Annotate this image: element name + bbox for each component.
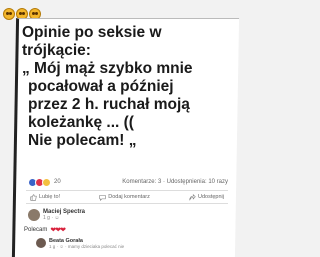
comment-icon bbox=[99, 194, 106, 201]
post-line: Opinie po seksie w bbox=[22, 24, 162, 41]
avatar[interactable] bbox=[28, 209, 40, 221]
post-line: koleżankę ... (( bbox=[28, 114, 134, 131]
comment-item: Maciej Spectra 1 g · ☺ Polecam ❤❤❤ bbox=[24, 209, 218, 241]
reaction-icons[interactable] bbox=[28, 177, 51, 187]
hearts-icon: ❤❤❤ bbox=[50, 227, 66, 234]
post-line: „ Mój mąż szybko mnie bbox=[22, 60, 193, 77]
comment-label: Dodaj komentarz bbox=[108, 194, 150, 200]
post-actions: Lubię to! Dodaj komentarz Udostępnij bbox=[26, 190, 228, 204]
comment-meta: 1 g · ☺ bbox=[43, 215, 60, 221]
haha-reaction-icon bbox=[42, 177, 51, 187]
share-button[interactable]: Udostępnij bbox=[189, 193, 224, 201]
comment-item: Beata Gorała 1 g · ☺ · mamy dzieciaka po… bbox=[36, 238, 216, 254]
like-button[interactable]: Lubię to! bbox=[30, 193, 61, 201]
comment-header: Beata Gorała 1 g · ☺ · mamy dzieciaka po… bbox=[49, 238, 124, 249]
reaction-count[interactable]: 20 bbox=[54, 179, 61, 185]
thumbs-up-icon bbox=[30, 193, 37, 201]
comment-header: Maciej Spectra 1 g · ☺ bbox=[43, 209, 85, 221]
post-text: Opinie po seksie w trójkącie: „ Mój mąż … bbox=[22, 24, 227, 150]
like-label: Lubię to! bbox=[39, 194, 61, 200]
comment-meta: 1 g · ☺ · mamy dzieciaka polecać nie bbox=[49, 244, 125, 249]
post-line: Nie polecam! „ bbox=[28, 132, 137, 149]
comment-body: Polecam ❤❤❤ bbox=[24, 226, 66, 234]
post-line: trójkącie: bbox=[22, 42, 91, 59]
share-label: Udostępnij bbox=[198, 194, 224, 200]
post-line: pocałował a później bbox=[28, 78, 174, 95]
comment-button[interactable]: Dodaj komentarz bbox=[99, 194, 150, 201]
post-line: przez 2 h. ruchał moją bbox=[28, 96, 190, 113]
reactions-bar: 20 Komentarze: 3 · Udostępnienia: 10 raz… bbox=[28, 177, 228, 187]
post-stats[interactable]: Komentarze: 3 · Udostępnienia: 10 razy bbox=[122, 179, 228, 185]
share-icon bbox=[189, 193, 196, 200]
comment-text: Polecam bbox=[24, 227, 48, 233]
avatar[interactable] bbox=[36, 238, 46, 248]
dizzy-face-icon bbox=[3, 8, 15, 20]
